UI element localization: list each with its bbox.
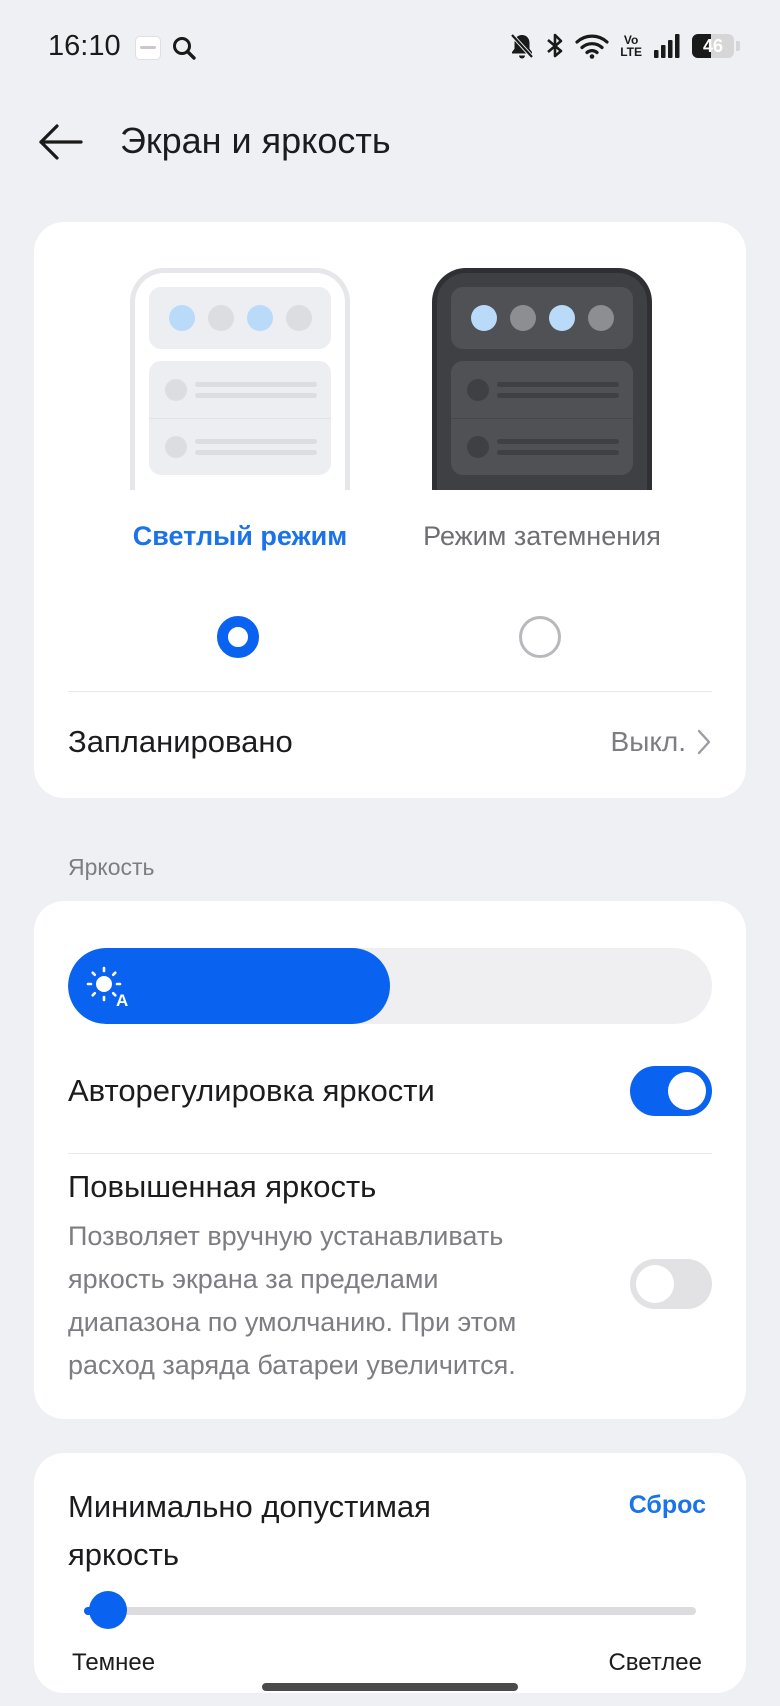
high-brightness-toggle[interactable] <box>630 1259 712 1309</box>
dark-mode-label[interactable]: Режим затемнения <box>412 514 672 558</box>
volte-bottom-text: LTE <box>620 45 642 59</box>
min-brightness-thumb[interactable] <box>89 1591 128 1629</box>
auto-brightness-row[interactable]: Авторегулировка яркости <box>68 1051 712 1131</box>
app-notification-icon <box>135 36 161 60</box>
battery-level: 46 <box>702 35 724 56</box>
light-mode-label[interactable]: Светлый режим <box>110 514 370 558</box>
brightness-slider[interactable]: A <box>68 948 712 1024</box>
preview-list <box>451 361 633 475</box>
light-mode-radio[interactable] <box>217 616 259 658</box>
status-bar: 16:10 Vo LTE 46 <box>0 0 780 96</box>
home-indicator[interactable] <box>262 1683 518 1691</box>
dark-mode-preview[interactable] <box>432 268 652 490</box>
auto-brightness-toggle[interactable] <box>630 1066 712 1116</box>
back-button[interactable] <box>34 116 86 168</box>
bluetooth-icon <box>547 33 563 58</box>
scheduled-value-group: Выкл. <box>611 726 712 758</box>
auto-brightness-label: Авторегулировка яркости <box>68 1073 435 1108</box>
high-brightness-label: Повышенная яркость <box>68 1169 377 1204</box>
darker-label: Темнее <box>72 1649 156 1676</box>
reset-button[interactable]: Сброс <box>629 1491 706 1520</box>
scheduled-label: Запланировано <box>68 724 293 759</box>
chevron-right-icon <box>697 729 711 755</box>
mute-icon <box>510 33 534 59</box>
theme-card: Светлый режим Режим затемнения Запланиро… <box>34 222 746 798</box>
brightness-section-label: Яркость <box>68 854 155 880</box>
min-brightness-card: Минимально допустимая яркость Сброс Темн… <box>34 1453 746 1693</box>
toggle-knob <box>636 1265 674 1303</box>
signal-icon <box>654 34 680 58</box>
divider <box>68 1153 712 1154</box>
arrow-left-icon <box>39 124 83 160</box>
preview-list <box>149 361 331 475</box>
light-mode-preview[interactable] <box>130 268 350 490</box>
search-icon <box>173 37 196 60</box>
auto-brightness-icon: A <box>86 966 128 1008</box>
min-brightness-title: Минимально допустимая яркость <box>68 1489 431 1572</box>
brighter-label: Светлее <box>608 1649 702 1676</box>
status-icons: Vo LTE 46 <box>509 32 740 60</box>
preview-toggles <box>451 287 633 349</box>
scheduled-value: Выкл. <box>610 726 686 757</box>
brightness-card: A Авторегулировка яркости Повышенная ярк… <box>34 901 746 1419</box>
dark-mode-radio[interactable] <box>519 616 561 658</box>
volte-icon: Vo LTE <box>620 34 642 58</box>
high-brightness-row[interactable]: Повышенная яркость Позволяет вручную уст… <box>68 1169 712 1387</box>
scheduled-row[interactable]: Запланировано Выкл. <box>68 692 712 792</box>
toggle-knob <box>668 1072 706 1110</box>
min-brightness-slider[interactable] <box>84 1607 696 1615</box>
page-title: Экран и яркость <box>120 120 391 161</box>
svg-text:A: A <box>116 991 128 1008</box>
high-brightness-description: Позволяет вручную устанавливать яркость … <box>68 1221 517 1380</box>
status-time: 16:10 <box>48 30 121 62</box>
battery-nub <box>736 41 740 51</box>
preview-toggles <box>149 287 331 349</box>
brightness-slider-fill: A <box>68 948 390 1024</box>
battery-icon: 46 <box>692 34 734 58</box>
wifi-icon <box>575 34 609 59</box>
